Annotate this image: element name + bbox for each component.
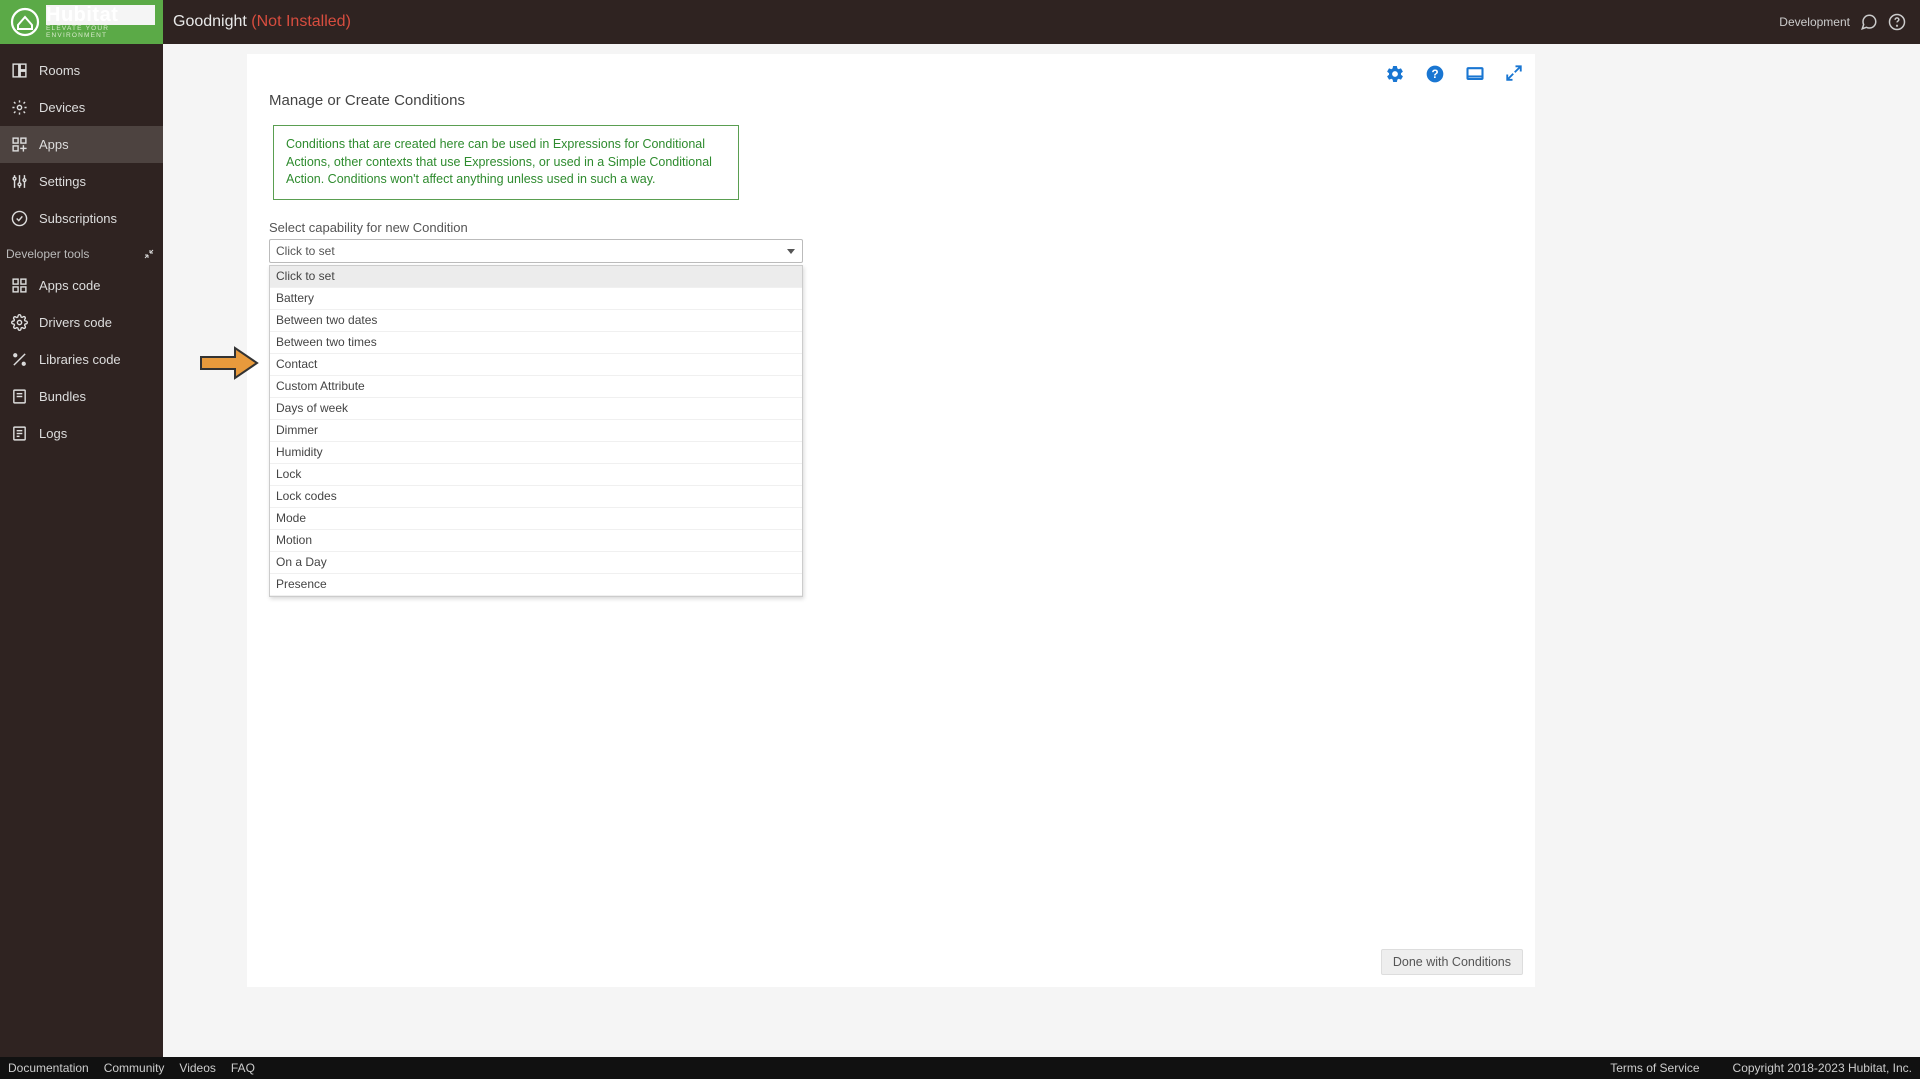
- bundles-icon: [11, 388, 28, 405]
- capability-option[interactable]: Click to set: [270, 266, 802, 288]
- sidebar-item-apps-code[interactable]: Apps code: [0, 267, 163, 304]
- logs-icon: [11, 425, 28, 442]
- capability-option[interactable]: Motion: [270, 530, 802, 552]
- subscriptions-icon: [11, 210, 28, 227]
- developer-tools-header[interactable]: Developer tools: [0, 241, 163, 267]
- page-title: Goodnight (Not Installed): [163, 13, 351, 31]
- capability-option[interactable]: Contact: [270, 354, 802, 376]
- section-title: Manage or Create Conditions: [269, 92, 1513, 109]
- footer-copyright: Copyright 2018-2023 Hubitat, Inc.: [1733, 1061, 1912, 1075]
- capability-dropdown: Click to setBatteryBetween two datesBetw…: [269, 265, 803, 597]
- apps-code-icon: [11, 277, 28, 294]
- sidebar: Rooms Devices Apps Settings Subscription…: [0, 44, 163, 1057]
- app-header: Hubitat ELEVATE YOUR ENVIRONMENT Goodnig…: [0, 0, 1920, 44]
- logo-text: Hubitat: [46, 5, 155, 25]
- logo-icon: [10, 7, 40, 37]
- capability-option[interactable]: On a Day: [270, 552, 802, 574]
- sidebar-item-subscriptions[interactable]: Subscriptions: [0, 200, 163, 237]
- rooms-icon: [11, 62, 28, 79]
- gear-icon[interactable]: [1385, 64, 1405, 84]
- capability-option[interactable]: Days of week: [270, 398, 802, 420]
- footer-link-faq[interactable]: FAQ: [231, 1061, 255, 1075]
- chat-icon[interactable]: [1860, 13, 1878, 31]
- done-with-conditions-button[interactable]: Done with Conditions: [1381, 949, 1523, 975]
- sidebar-item-settings[interactable]: Settings: [0, 163, 163, 200]
- display-icon[interactable]: [1465, 64, 1485, 84]
- footer-link-documentation[interactable]: Documentation: [8, 1061, 89, 1075]
- footer-link-videos[interactable]: Videos: [179, 1061, 215, 1075]
- logo-subtext: ELEVATE YOUR ENVIRONMENT: [46, 26, 155, 39]
- libraries-code-icon: [11, 351, 28, 368]
- capability-option[interactable]: Presence: [270, 574, 802, 596]
- info-box: Conditions that are created here can be …: [273, 125, 739, 200]
- development-label: Development: [1779, 15, 1850, 29]
- sidebar-item-apps[interactable]: Apps: [0, 126, 163, 163]
- capability-option[interactable]: Dimmer: [270, 420, 802, 442]
- svg-text:?: ?: [1431, 68, 1438, 81]
- capability-option[interactable]: Custom Attribute: [270, 376, 802, 398]
- drivers-code-icon: [11, 314, 28, 331]
- sidebar-item-bundles[interactable]: Bundles: [0, 378, 163, 415]
- sidebar-item-libraries-code[interactable]: Libraries code: [0, 341, 163, 378]
- sidebar-item-devices[interactable]: Devices: [0, 89, 163, 126]
- apps-icon: [11, 136, 28, 153]
- footer: Documentation Community Videos FAQ Terms…: [0, 1057, 1920, 1079]
- capability-option[interactable]: Between two times: [270, 332, 802, 354]
- install-status: (Not Installed): [251, 13, 351, 30]
- devices-icon: [11, 99, 28, 116]
- main-content: ? Manage or Create Conditions Conditions…: [163, 44, 1920, 1057]
- collapse-icon[interactable]: [143, 248, 155, 260]
- sidebar-item-logs[interactable]: Logs: [0, 415, 163, 452]
- help-circle-icon[interactable]: ?: [1425, 64, 1445, 84]
- content-card: ? Manage or Create Conditions Conditions…: [247, 54, 1535, 987]
- capability-option[interactable]: Lock: [270, 464, 802, 486]
- capability-option[interactable]: Humidity: [270, 442, 802, 464]
- settings-icon: [11, 173, 28, 190]
- footer-link-terms[interactable]: Terms of Service: [1610, 1061, 1699, 1075]
- sidebar-item-drivers-code[interactable]: Drivers code: [0, 304, 163, 341]
- capability-option[interactable]: Battery: [270, 288, 802, 310]
- capability-option[interactable]: Mode: [270, 508, 802, 530]
- capability-option[interactable]: Lock codes: [270, 486, 802, 508]
- capability-option[interactable]: Between two dates: [270, 310, 802, 332]
- help-icon[interactable]: [1888, 13, 1906, 31]
- sidebar-item-rooms[interactable]: Rooms: [0, 52, 163, 89]
- expand-icon[interactable]: [1505, 64, 1523, 82]
- logo[interactable]: Hubitat ELEVATE YOUR ENVIRONMENT: [0, 0, 163, 44]
- capability-select[interactable]: Click to set: [269, 239, 803, 263]
- field-label: Select capability for new Condition: [269, 220, 1513, 235]
- footer-link-community[interactable]: Community: [104, 1061, 165, 1075]
